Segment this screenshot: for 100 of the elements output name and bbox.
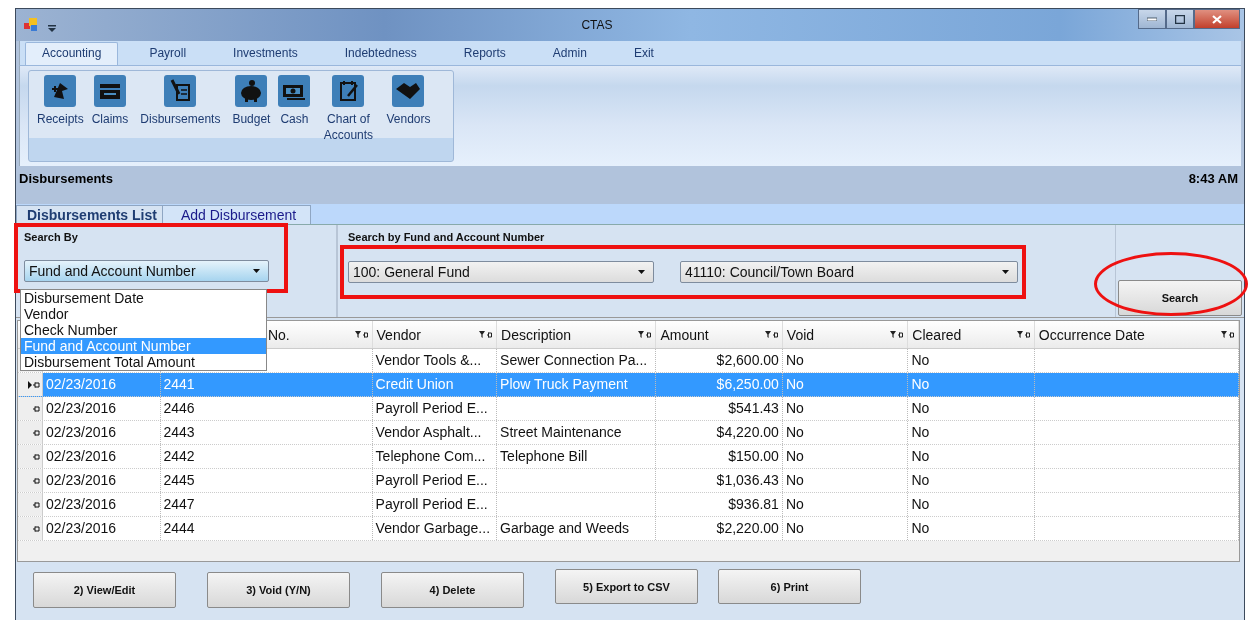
table-cell: No: [782, 493, 909, 516]
action-button[interactable]: 6) Print: [718, 569, 861, 604]
table-row[interactable]: 02/23/2016 2442 Telephone Com... Telephone Bill $150.00 No No: [18, 445, 1239, 469]
dropdown-option[interactable]: Vendor: [21, 306, 266, 322]
action-button[interactable]: 3) Void (Y/N): [207, 572, 350, 608]
ribbon-button[interactable]: Vendors: [382, 75, 435, 127]
panel-label: Search By: [24, 231, 79, 243]
table-cell: No: [908, 445, 1035, 468]
table-cell: $936.81: [656, 493, 783, 516]
table-cell: No: [908, 349, 1035, 372]
filter-pin-icon: [890, 330, 904, 339]
filter-pin-icon: [479, 330, 493, 339]
action-button[interactable]: 2) View/Edit: [33, 572, 176, 608]
table-cell: $541.43: [656, 397, 783, 420]
caret-icon: [253, 269, 260, 273]
piggy-bank-icon: [235, 75, 268, 107]
table-cell: 2441: [160, 373, 373, 396]
table-cell: Credit Union: [372, 373, 498, 396]
clipboard-icon: [332, 75, 365, 107]
table-cell: Plow Truck Payment: [497, 373, 657, 396]
menu-tab[interactable]: Indebtedness: [328, 43, 433, 65]
table-row[interactable]: 02/23/2016 2446 Payroll Period E... $541.43 No No: [18, 397, 1239, 421]
filter-pin-icon: [638, 330, 652, 339]
table-row[interactable]: 02/23/2016 2447 Payroll Period E... $936.81 No No: [18, 493, 1239, 517]
restore-icon: [1175, 14, 1185, 24]
minimize-button[interactable]: [1138, 9, 1166, 29]
action-button[interactable]: 4) Delete: [381, 572, 524, 608]
column-header[interactable]: Cleared: [908, 321, 1035, 348]
current-row-pin-icon: [28, 380, 40, 389]
table-cell: 02/23/2016: [43, 469, 161, 492]
action-button[interactable]: 5) Export to CSV: [555, 569, 698, 604]
ribbon-button[interactable]: Budget: [228, 75, 275, 127]
close-icon: [1212, 14, 1222, 24]
menu-tab[interactable]: Exit: [617, 43, 670, 65]
table-cell: Street Maintenance: [497, 421, 657, 444]
menu-tab[interactable]: Admin: [536, 43, 603, 65]
table-cell: $2,220.00: [656, 517, 783, 540]
quick-access-icon: [48, 24, 56, 32]
ribbon-button[interactable]: Receipts: [33, 75, 88, 127]
arrow-plus-icon: [44, 75, 77, 107]
table-cell: 02/23/2016: [43, 373, 161, 396]
table-row[interactable]: 02/23/2016 2445 Payroll Period E... $1,036.43 No No: [18, 469, 1239, 493]
search-button[interactable]: Search: [1118, 280, 1242, 316]
table-row[interactable]: 02/23/2016 2443 Vendor Asphalt... Street Maintenance $4,220.00 No No: [18, 421, 1239, 445]
dropdown-option[interactable]: Check Number: [21, 322, 266, 338]
ribbon-button[interactable]: Chart of Accounts: [314, 75, 383, 143]
ribbon-button[interactable]: Cash: [274, 75, 315, 127]
window-title: CTAS: [580, 18, 614, 32]
column-header[interactable]: Vendor: [372, 321, 498, 348]
close-button[interactable]: [1194, 9, 1240, 29]
table-cell: No: [782, 421, 909, 444]
menu-tab[interactable]: Investments: [217, 43, 314, 65]
table-cell: $6,250.00: [656, 373, 783, 396]
dropdown[interactable]: 41110: Council/Town Board: [680, 261, 1018, 283]
clock-time: 8:43 AM: [1188, 170, 1238, 186]
filter-pin-icon: [1221, 330, 1234, 339]
table-cell: Payroll Period E...: [372, 493, 498, 516]
table-cell: Payroll Period E...: [372, 469, 498, 492]
table-cell: 02/23/2016: [43, 517, 161, 540]
dropdown[interactable]: 100: General Fund: [348, 261, 654, 283]
filter-pin-icon: [1016, 330, 1030, 339]
table-cell: No: [782, 445, 909, 468]
table-cell: Vendor Asphalt...: [372, 421, 498, 444]
table-cell: Telephone Bill: [497, 445, 657, 468]
table-cell: $2,600.00: [656, 349, 783, 372]
dropdown[interactable]: Fund and Account Number: [24, 260, 269, 282]
menu-tab[interactable]: Payroll: [133, 43, 203, 65]
column-header[interactable]: No.: [263, 321, 373, 348]
ribbon-button[interactable]: Disbursements: [132, 75, 229, 127]
table-cell: 2443: [160, 421, 373, 444]
table-cell: $4,220.00: [656, 421, 783, 444]
table-cell: $1,036.43: [656, 469, 783, 492]
table-row[interactable]: 02/23/2016 2444 Vendor Garbage... Garbage and Weeds $2,220.00 No No: [18, 517, 1239, 541]
banknote-icon: [278, 75, 311, 107]
table-cell: Sewer Connection Pa...: [497, 349, 657, 372]
table-cell: Vendor Garbage...: [372, 517, 498, 540]
table-cell: Payroll Period E...: [372, 397, 498, 420]
table-cell: 02/23/2016: [43, 445, 161, 468]
column-header[interactable]: Amount: [656, 321, 783, 348]
table-cell: 02/23/2016: [43, 421, 161, 444]
table-cell: 2445: [160, 469, 373, 492]
column-header[interactable]: Occurrence Date: [1034, 321, 1239, 348]
ribbon-button[interactable]: Claims: [87, 75, 133, 127]
column-header[interactable]: Void: [782, 321, 909, 348]
menu-tab[interactable]: Accounting: [25, 42, 119, 65]
app-icon: [24, 18, 38, 32]
table-cell: No: [782, 349, 909, 372]
table-cell: No: [782, 397, 909, 420]
panel-label: Search by Fund and Account Number: [348, 231, 546, 243]
dropdown-option[interactable]: Disbursement Date: [21, 290, 266, 306]
table-cell: No: [908, 493, 1035, 516]
dropdown-option[interactable]: Disbursement Total Amount: [21, 354, 266, 370]
table-cell: No: [908, 421, 1035, 444]
column-header[interactable]: Description: [497, 321, 657, 348]
table-cell: No: [782, 469, 909, 492]
table-cell: Garbage and Weeds: [497, 517, 657, 540]
maximize-button[interactable]: [1166, 9, 1194, 29]
menu-tab[interactable]: Reports: [447, 43, 522, 65]
tab[interactable]: Add Disbursement: [161, 205, 312, 224]
filter-pin-icon: [354, 330, 368, 339]
